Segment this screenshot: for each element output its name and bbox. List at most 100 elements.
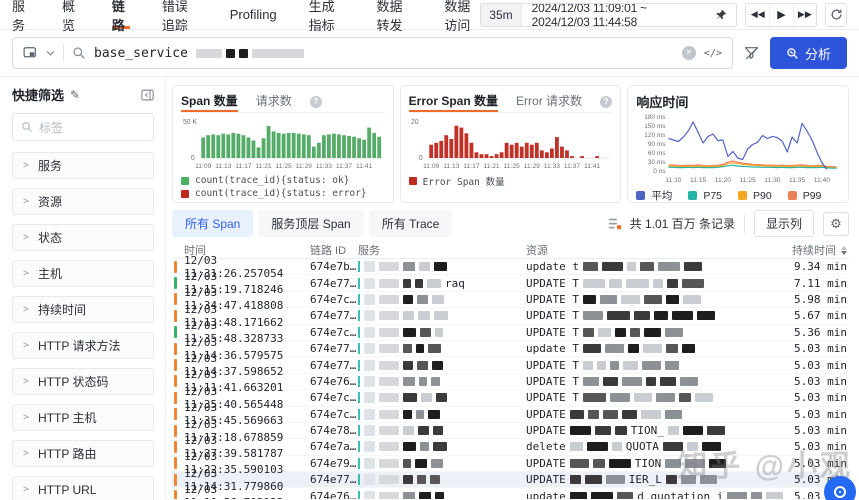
cell-trace-id[interactable]: 674e77…	[310, 473, 358, 486]
search-input[interactable]: base_service × </>	[12, 37, 733, 69]
nav-tab-2[interactable]: 概览	[62, 0, 80, 29]
table-row[interactable]: 12/03 11:10:56.702123674e76…updated_quot…	[172, 488, 849, 499]
cell-trace-id[interactable]: 674e7b…	[310, 260, 358, 273]
filter-group-7[interactable]: >HTTP 状态码	[12, 368, 154, 395]
nav-tab-6[interactable]: 生成指标	[309, 0, 345, 29]
rewind-button[interactable]: ◀◀	[746, 4, 769, 26]
chart-tab-1[interactable]: Error Span 数量	[409, 91, 498, 112]
time-controls: 35m 2024/12/03 11:09:01 ~ 2024/12/03 11:…	[480, 3, 847, 27]
cell-trace-id[interactable]: 674e7c…	[310, 326, 358, 339]
query-text[interactable]: base_service	[94, 46, 188, 61]
service-color-bar	[358, 392, 360, 403]
info-icon[interactable]: ?	[310, 96, 322, 108]
cell-trace-id[interactable]: 674e77…	[310, 342, 358, 355]
nav-tab-3[interactable]: 链路	[112, 0, 130, 29]
floating-action-button[interactable]	[824, 476, 856, 500]
tag-search-input[interactable]: 标签	[12, 113, 154, 141]
redacted-block	[583, 344, 601, 353]
analyze-button[interactable]: 分析	[770, 37, 847, 69]
nav-tab-4[interactable]: 错误追踪	[162, 0, 198, 29]
table-settings-button[interactable]: ⚙	[823, 212, 849, 236]
svg-text:11:37: 11:37	[564, 163, 580, 170]
filter-group-8[interactable]: >HTTP 主机	[12, 404, 154, 431]
cell-trace-id[interactable]: 674e76…	[310, 490, 358, 499]
legend-item[interactable]: count(trace_id){status: ok}	[181, 174, 385, 187]
legend-item[interactable]: P75	[688, 190, 722, 202]
code-mode-icon[interactable]: </>	[704, 48, 722, 59]
svg-text:11:33: 11:33	[543, 163, 559, 170]
redacted-block	[591, 492, 614, 499]
status-indicator	[174, 277, 177, 289]
spans-table: 时间 链路 ID 服务 资源 持续时间 12/03 11:31:26.25705…	[172, 242, 849, 499]
chart-tab-1[interactable]: Span 数量	[181, 91, 238, 112]
chart-tab-2[interactable]: 请求数	[256, 91, 292, 112]
search-icon	[72, 46, 86, 60]
nav-tab-8[interactable]: 数据访问	[444, 0, 480, 29]
redacted-block	[416, 344, 424, 353]
time-range-picker[interactable]: 35m 2024/12/03 11:09:01 ~ 2024/12/03 11:…	[480, 3, 737, 27]
service-color-bar	[358, 458, 360, 469]
redacted-block	[668, 426, 679, 435]
filter-group-5[interactable]: >持续时间	[12, 296, 154, 323]
chart-tab-2[interactable]: Error 请求数	[516, 91, 582, 112]
legend-item[interactable]: 平均	[636, 188, 672, 203]
filter-off-icon[interactable]	[743, 45, 760, 61]
table-tab-1[interactable]: 所有 Span	[172, 210, 253, 237]
edit-filters-icon[interactable]: ✎	[70, 88, 80, 102]
filter-group-10[interactable]: >HTTP URL	[12, 476, 154, 500]
col-header-service[interactable]: 服务	[358, 242, 526, 258]
chevron-down-icon[interactable]	[46, 50, 55, 56]
col-header-trace-id[interactable]: 链路 ID	[310, 242, 358, 258]
pin-icon[interactable]	[714, 9, 736, 21]
nav-tab-5[interactable]: Profiling	[230, 0, 277, 29]
date-range-text[interactable]: 2024/12/03 11:09:01 ~ 2024/12/03 11:44:5…	[522, 3, 715, 27]
redacted-block	[379, 295, 399, 304]
legend-item[interactable]: count(trace_id){status: error}	[181, 187, 385, 200]
table-tab-2[interactable]: 服务顶层 Span	[258, 210, 363, 237]
cell-trace-id[interactable]: 674e7c…	[310, 408, 358, 421]
col-header-duration[interactable]: 持续时间	[783, 242, 847, 258]
play-button[interactable]: ▶	[769, 4, 792, 26]
chevron-right-icon: >	[23, 232, 29, 243]
cell-trace-id[interactable]: 674e7c…	[310, 293, 358, 306]
info-icon[interactable]: ?	[600, 96, 612, 108]
cell-trace-id[interactable]: 674e77…	[310, 309, 358, 322]
sort-icon[interactable]	[841, 246, 847, 255]
time-window-badge[interactable]: 35m	[481, 4, 521, 26]
filter-group-3[interactable]: >状态	[12, 224, 154, 251]
clear-icon[interactable]: ×	[682, 46, 696, 60]
filter-group-1[interactable]: >服务	[12, 152, 154, 179]
filter-group-6[interactable]: >HTTP 请求方法	[12, 332, 154, 359]
filter-group-9[interactable]: >HTTP 路由	[12, 440, 154, 467]
show-columns-button[interactable]: 显示列	[754, 210, 814, 237]
cell-trace-id[interactable]: 674e7c…	[310, 391, 358, 404]
legend-label: count(trace_id){status: ok}	[195, 175, 349, 186]
legend-item[interactable]: Error Span 数量	[409, 174, 613, 187]
error-span-bar-chart[interactable]: 20011:0911:1311:1711:2111:2511:2911:3311…	[409, 113, 613, 171]
cell-trace-id[interactable]: 674e76…	[310, 375, 358, 388]
latency-line-chart[interactable]: 180 ms150 ms120 ms90 ms60 ms30 ms0 ns11:…	[636, 111, 840, 185]
col-header-resource[interactable]: 资源	[526, 242, 783, 258]
cell-trace-id[interactable]: 674e77…	[310, 359, 358, 372]
legend-item[interactable]: P90	[738, 190, 772, 202]
cell-trace-id[interactable]: 674e78…	[310, 424, 358, 437]
filter-group-2[interactable]: >资源	[12, 188, 154, 215]
legend-item[interactable]: P99	[788, 190, 822, 202]
refresh-button[interactable]	[825, 3, 847, 27]
collapse-sidebar-icon[interactable]	[141, 89, 154, 101]
nav-tab-7[interactable]: 数据转发	[377, 0, 413, 29]
cell-trace-id[interactable]: 674e7a…	[310, 440, 358, 453]
span-count-bar-chart[interactable]: 50 K011:0911:1311:1711:2111:2511:2911:33…	[181, 113, 385, 171]
nav-tab-1[interactable]: 服务	[12, 0, 30, 29]
filter-group-4[interactable]: >主机	[12, 260, 154, 287]
redacted-block	[707, 426, 725, 435]
redacted-query-text	[196, 49, 304, 58]
filter-group-label: HTTP URL	[38, 483, 96, 497]
svg-text:11:41: 11:41	[356, 163, 372, 170]
view-switch-icon[interactable]	[23, 46, 38, 60]
table-toolbar: 所有 Span服务顶层 Span所有 Trace 共 1.01 百万 条记录 显…	[172, 210, 849, 237]
cell-trace-id[interactable]: 674e79…	[310, 457, 358, 470]
table-tab-3[interactable]: 所有 Trace	[369, 210, 453, 237]
forward-button[interactable]: ▶▶	[793, 4, 816, 26]
cell-trace-id[interactable]: 674e77…	[310, 277, 358, 290]
